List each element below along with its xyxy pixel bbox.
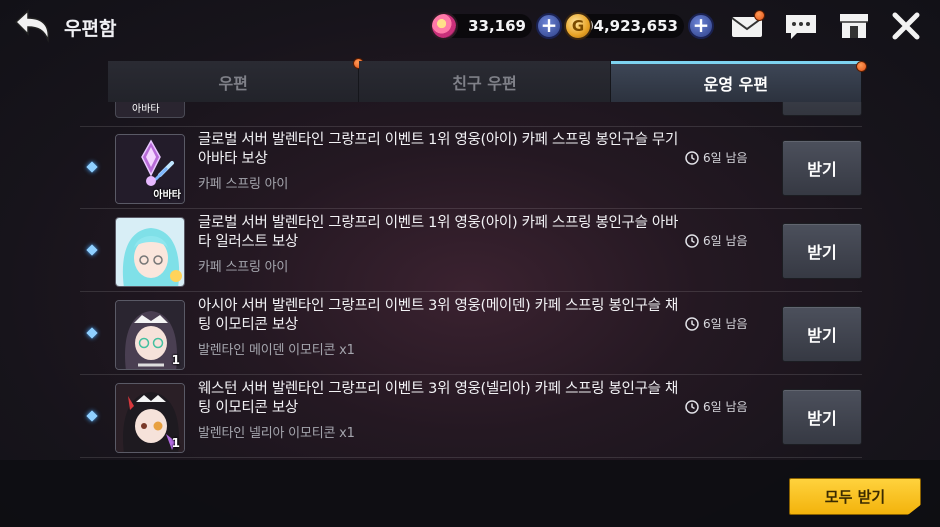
mail-title: 글로벌 서버 발렌타인 그랑프리 이벤트 1위 영웅(아이) 카페 스프링 봉인…	[198, 215, 679, 250]
thumbnail-count: 1	[171, 436, 180, 450]
mail-notification-dot	[754, 10, 765, 21]
claim-button[interactable]: 받기	[782, 140, 862, 196]
tab-operation-mail[interactable]: 운영 우편	[610, 61, 867, 102]
clock-icon	[685, 150, 699, 165]
gold-coin-icon: G	[564, 12, 592, 40]
time-remaining: 6일 남음	[685, 149, 748, 166]
time-text: 6일 남음	[703, 234, 748, 248]
add-gem-button[interactable]: +	[536, 13, 562, 39]
page-title: 우편함	[64, 18, 117, 40]
tab-mail[interactable]: 우편	[108, 58, 365, 102]
mail-subtitle: 발렌타인 메이덴 이모티콘 x1	[198, 343, 355, 358]
mail-list[interactable]: 아바타 아바타 글로벌 서버 발렌타인 그랑프리 이벤트 1위 영웅(아이) 카…	[0, 102, 940, 459]
thumbnail-label: 아바타	[132, 104, 160, 115]
clock-icon	[685, 399, 699, 414]
gem-icon	[430, 12, 458, 40]
claim-all-button[interactable]: 모두 받기	[789, 478, 921, 515]
item-thumbnail	[115, 217, 185, 287]
list-item: 아바타	[80, 102, 862, 127]
back-arrow-icon[interactable]	[12, 8, 56, 44]
mail-icon[interactable]	[730, 10, 766, 42]
close-icon[interactable]	[888, 10, 924, 42]
tab-friend-mail[interactable]: 친구 우편	[359, 61, 611, 102]
item-thumbnail: 아바타	[115, 134, 185, 204]
item-thumbnail: 아바타	[115, 102, 185, 118]
item-thumbnail: 1	[115, 300, 185, 370]
chat-icon[interactable]	[783, 10, 819, 42]
bullet-icon	[86, 244, 98, 256]
add-gold-button[interactable]: +	[688, 13, 714, 39]
tab-label: 우편	[218, 73, 248, 93]
tab-label: 운영 우편	[703, 75, 769, 94]
gem-currency: 33,169 +	[430, 11, 562, 41]
claim-button[interactable]: 받기	[782, 389, 862, 445]
list-item: 1 웨스턴 서버 발렌타인 그랑프리 이벤트 3위 영웅(넬리아) 카페 스프링…	[80, 376, 862, 458]
claim-button[interactable]: 받기	[782, 223, 862, 279]
claim-button[interactable]	[782, 102, 862, 116]
mail-title: 웨스턴 서버 발렌타인 그랑프리 이벤트 3위 영웅(넬리아) 카페 스프링 봉…	[198, 381, 679, 416]
mail-subtitle: 카페 스프링 아이	[198, 260, 289, 275]
time-remaining: 6일 남음	[685, 398, 748, 415]
bullet-icon	[86, 410, 98, 422]
time-text: 6일 남음	[703, 400, 748, 414]
tab-label: 친구 우편	[452, 73, 517, 93]
gold-currency: 104,923,653 G +	[564, 11, 714, 41]
clock-icon	[685, 233, 699, 248]
mail-title: 아시아 서버 발렌타인 그랑프리 이벤트 3위 영웅(메이덴) 카페 스프링 봉…	[198, 298, 679, 333]
time-remaining: 6일 남음	[685, 315, 748, 332]
mail-subtitle: 카페 스프링 아이	[198, 177, 289, 192]
time-text: 6일 남음	[703, 151, 748, 165]
thumbnail-count: 1	[171, 353, 180, 367]
thumbnail-label: 아바타	[153, 190, 181, 201]
list-item: 아바타 글로벌 서버 발렌타인 그랑프리 이벤트 1위 영웅(아이) 카페 스프…	[80, 127, 862, 209]
item-thumbnail: 1	[115, 383, 185, 453]
bullet-icon	[86, 161, 98, 173]
time-text: 6일 남음	[703, 317, 748, 331]
list-item: 글로벌 서버 발렌타인 그랑프리 이벤트 1위 영웅(아이) 카페 스프링 봉인…	[80, 210, 862, 292]
mail-subtitle: 발렌타인 넬리아 이모티콘 x1	[198, 426, 355, 441]
clock-icon	[685, 316, 699, 331]
tab-notification-dot	[855, 61, 867, 72]
mail-tabs: 우편 친구 우편 운영 우편	[108, 58, 867, 102]
bullet-icon	[86, 327, 98, 339]
mail-title: 글로벌 서버 발렌타인 그랑프리 이벤트 1위 영웅(아이) 카페 스프링 봉인…	[198, 132, 679, 167]
time-remaining: 6일 남음	[685, 232, 748, 249]
top-bar: 우편함 33,169 + 104,923,653 G +	[0, 0, 940, 52]
shop-icon[interactable]	[836, 10, 872, 42]
claim-button[interactable]: 받기	[782, 306, 862, 362]
list-item: 1 아시아 서버 발렌타인 그랑프리 이벤트 3위 영웅(메이덴) 카페 스프링…	[80, 293, 862, 375]
